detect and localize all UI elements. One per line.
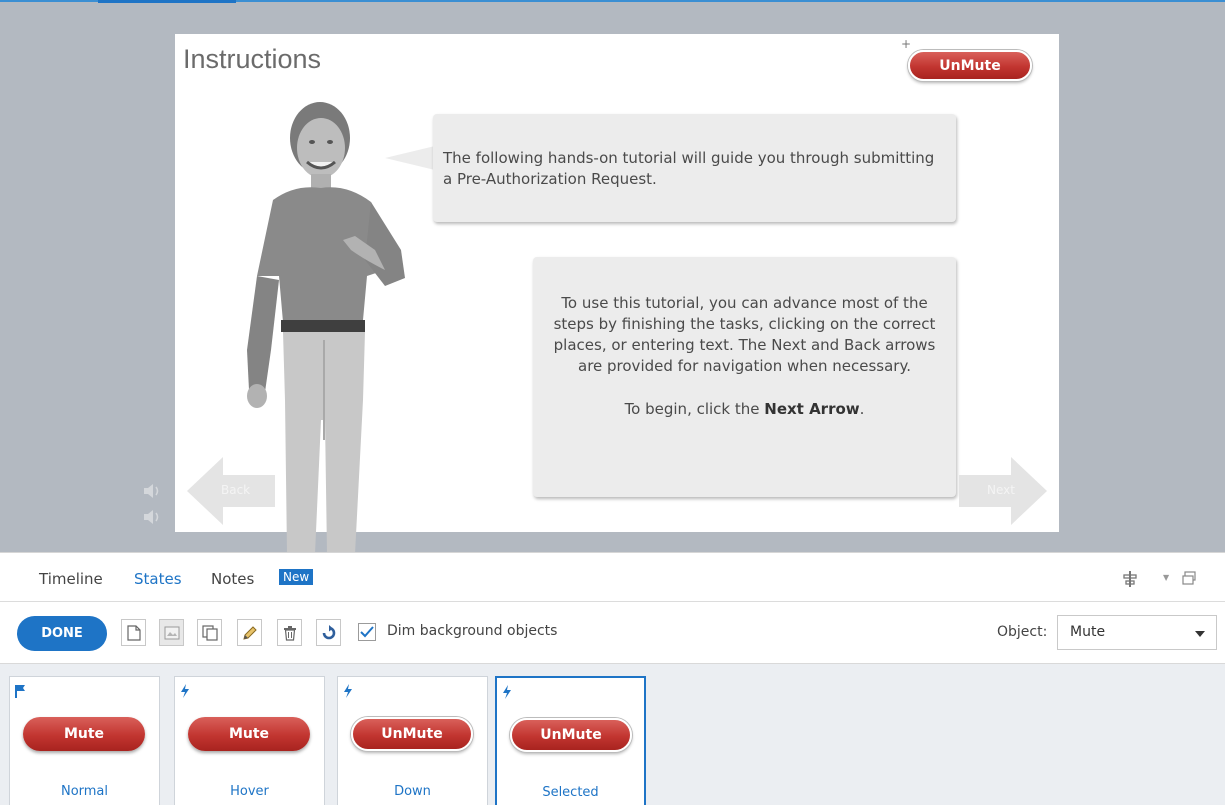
new-state-button[interactable] xyxy=(121,619,146,646)
next-arrow-button[interactable]: Next xyxy=(957,455,1049,527)
stage-top-accent xyxy=(98,0,236,3)
state-preview-button: UnMute xyxy=(510,718,632,752)
next-label: Next xyxy=(987,483,1015,497)
instruction-box: To use this tutorial, you can advance mo… xyxy=(533,257,956,497)
state-name: Normal xyxy=(60,784,109,799)
dim-background-checkbox[interactable] xyxy=(358,623,376,641)
state-preview-button: Mute xyxy=(188,717,310,751)
speech-bubble-intro: The following hands-on tutorial will gui… xyxy=(433,114,956,222)
unmute-anchor-marker: + xyxy=(901,37,912,51)
state-card-hover[interactable]: Mute Hover xyxy=(174,676,325,805)
tab-notes[interactable]: Notes xyxy=(211,570,254,588)
image-state-button[interactable] xyxy=(159,619,184,646)
state-card-selected[interactable]: UnMute Selected xyxy=(495,676,646,805)
speaker-icon xyxy=(144,510,159,524)
unmute-button[interactable]: UnMute xyxy=(908,50,1032,81)
float-panel-icon[interactable] xyxy=(1182,571,1196,585)
object-dropdown-value: Mute xyxy=(1070,624,1106,640)
states-toolbar: DONE Dim background objects Object: Mute xyxy=(0,602,1225,664)
trash-icon xyxy=(283,625,296,641)
image-state-icon xyxy=(164,626,179,639)
panel-tab-bar: Timeline States Notes New ▼ xyxy=(0,552,1225,602)
instruction-text: To use this tutorial, you can advance mo… xyxy=(553,294,936,375)
state-card-down[interactable]: UnMute Down xyxy=(337,676,488,805)
align-icon[interactable] xyxy=(1121,570,1139,588)
presenter-image xyxy=(247,102,405,554)
chevron-down-icon xyxy=(1195,631,1205,637)
lightning-icon xyxy=(503,685,511,699)
object-label: Object: xyxy=(997,624,1048,640)
refresh-icon xyxy=(322,624,335,639)
flag-icon xyxy=(15,685,25,698)
reset-state-button[interactable] xyxy=(316,619,341,646)
new-badge: New xyxy=(279,569,314,585)
tab-states[interactable]: States xyxy=(134,570,182,588)
lightning-icon xyxy=(181,684,189,698)
lightning-icon xyxy=(344,684,352,698)
chevron-down-icon[interactable]: ▼ xyxy=(1163,573,1169,582)
state-name: Hover xyxy=(230,784,269,799)
intro-text: The following hands-on tutorial will gui… xyxy=(443,149,935,188)
pencil-icon xyxy=(242,625,257,640)
edit-state-button[interactable] xyxy=(237,619,262,646)
state-preview-button: Mute xyxy=(23,717,145,751)
checkmark-icon xyxy=(360,626,374,638)
slide-title: Instructions xyxy=(183,44,322,74)
next-arrow-emphasis: Next Arrow xyxy=(764,400,860,418)
delete-state-button[interactable] xyxy=(277,619,302,646)
state-preview-button: UnMute xyxy=(351,717,473,751)
state-name: Down xyxy=(394,784,431,799)
begin-suffix: . xyxy=(859,400,865,418)
slide-stage: Instructions + UnMute The following hand… xyxy=(0,0,1225,554)
duplicate-state-button[interactable] xyxy=(197,619,222,646)
tab-timeline[interactable]: Timeline xyxy=(39,570,103,588)
begin-prefix: To begin, click the xyxy=(624,400,765,418)
dim-background-label: Dim background objects xyxy=(387,623,558,639)
begin-instruction: To begin, click the Next Arrow. xyxy=(543,399,946,420)
state-card-normal[interactable]: Mute Normal xyxy=(9,676,160,805)
states-list: Mute Normal Mute Hover UnMute Down UnMut… xyxy=(0,664,1225,805)
done-button[interactable]: DONE xyxy=(17,616,107,651)
state-name: Selected xyxy=(542,785,599,800)
duplicate-state-icon xyxy=(201,624,218,641)
speaker-icon xyxy=(144,484,159,498)
object-dropdown[interactable]: Mute xyxy=(1057,615,1217,650)
new-state-icon xyxy=(126,624,141,641)
